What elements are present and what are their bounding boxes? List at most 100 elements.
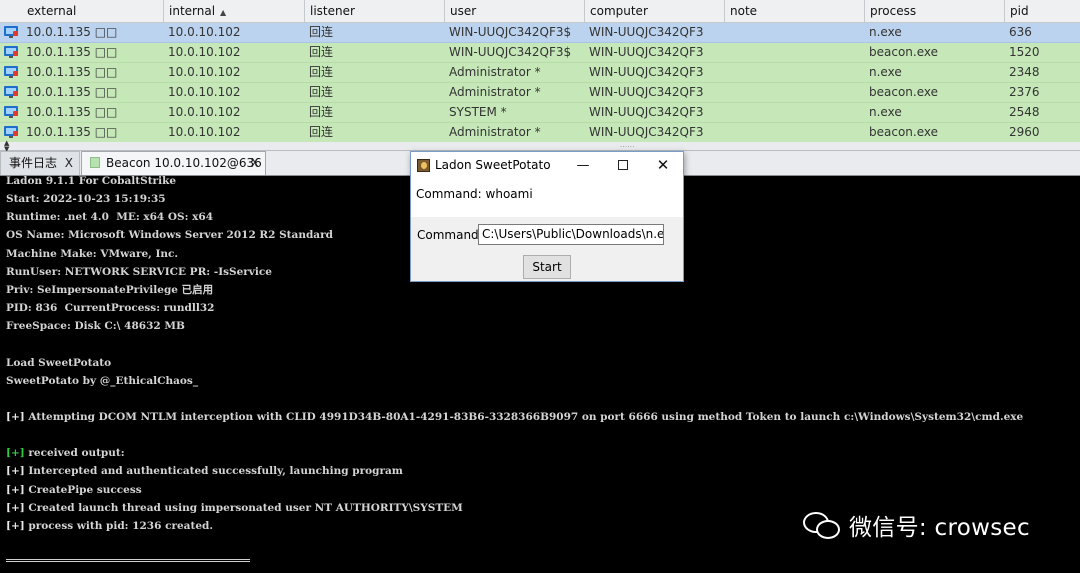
console-line: Priv: SeImpersonatePrivilege 已启用: [6, 282, 213, 298]
beacon-table: external internal ▲ listener user compute…: [0, 0, 1080, 143]
cell-listener: 回连: [309, 45, 334, 59]
wechat-icon: [803, 510, 841, 540]
cell-listener: 回连: [309, 85, 334, 99]
table-row[interactable]: 10.0.1.135 □□ 10.0.10.102 回连 Administrator …: [0, 123, 1080, 143]
start-button[interactable]: Start: [523, 255, 571, 279]
status-prefix: [+]: [6, 519, 25, 532]
tab-label: 事件日志: [9, 156, 58, 170]
column-header-process[interactable]: process: [865, 0, 1005, 22]
beacon-tab-icon: [90, 157, 100, 168]
cell-computer: WIN-UUQJC342QF3: [589, 25, 704, 39]
watermark-text: 微信号: crowsec: [849, 515, 1030, 541]
beacon-computer-icon: [4, 26, 18, 38]
pane-splitter[interactable]: ▲ ▼ · · · · · ·: [0, 140, 1080, 153]
table-row[interactable]: 10.0.1.135 □□ 10.0.10.102 回连 WIN-UUQJC342QF…: [0, 43, 1080, 63]
close-button[interactable]: ✕: [643, 152, 683, 179]
column-header-pid[interactable]: pid: [1005, 0, 1080, 22]
console-text: SweetPotato by @_EthicalChaos_: [6, 374, 199, 387]
maximize-button[interactable]: [603, 152, 643, 179]
cell-user: WIN-UUQJC342QF3$: [449, 25, 572, 39]
console-line: [+] received output:: [6, 445, 125, 461]
tab-event-log[interactable]: 事件日志 X: [0, 151, 80, 175]
cell-note: [725, 123, 865, 142]
cell-external: 10.0.1.135 □□: [26, 65, 118, 79]
column-header-note[interactable]: note: [725, 0, 865, 22]
cell-computer: WIN-UUQJC342QF3: [589, 45, 704, 59]
status-prefix: [+]: [6, 483, 25, 496]
column-header-internal[interactable]: internal ▲: [164, 0, 305, 22]
cell-pid: 1520: [1009, 45, 1040, 59]
column-header-user[interactable]: user: [445, 0, 585, 22]
cell-internal: 10.0.10.102: [168, 65, 241, 79]
splitter-grip-icon[interactable]: · · · · · ·: [620, 143, 635, 151]
table-header: external internal ▲ listener user compute…: [0, 0, 1080, 23]
console-text: PID: 836 CurrentProcess: rundll32: [6, 302, 215, 315]
cell-internal: 10.0.10.102: [168, 45, 241, 59]
console-line: [+] Attempting DCOM NTLM interception wi…: [6, 409, 1023, 425]
cell-internal: 10.0.10.102: [168, 105, 241, 119]
tab-close-icon[interactable]: X: [65, 152, 73, 175]
minimize-button[interactable]: —: [563, 152, 603, 179]
separator-line: [6, 559, 250, 562]
column-header-listener[interactable]: listener: [305, 0, 445, 22]
cell-internal: 10.0.10.102: [168, 125, 241, 139]
console-line: Load SweetPotato: [6, 355, 111, 371]
console-text: FreeSpace: Disk C:\ 48632 MB: [6, 320, 185, 333]
console-text: OS Name: Microsoft Windows Server 2012 R…: [6, 229, 333, 242]
column-header-external[interactable]: external: [22, 0, 164, 22]
column-header-computer[interactable]: computer: [585, 0, 725, 22]
cell-user: Administrator *: [449, 85, 541, 99]
console-text: Intercepted and authenticated successful…: [24, 465, 403, 478]
console-line: [+] Intercepted and authenticated succes…: [6, 463, 403, 479]
console-line: [+] Created launch thread using imperson…: [6, 500, 463, 516]
cell-process: n.exe: [869, 25, 902, 39]
cell-external: 10.0.1.135 □□: [26, 85, 118, 99]
cell-pid: 2376: [1009, 85, 1040, 99]
cell-note: [725, 63, 865, 82]
cell-pid: 2548: [1009, 105, 1040, 119]
sort-ascending-icon: ▲: [220, 8, 227, 17]
command-input[interactable]: C:\Users\Public\Downloads\n.exe: [478, 224, 664, 245]
output-area: Command: whoami: [411, 179, 683, 217]
cell-pid: 2348: [1009, 65, 1040, 79]
tab-beacon[interactable]: Beacon 10.0.10.102@636 X: [81, 151, 266, 175]
cell-process: beacon.exe: [869, 125, 938, 139]
table-row[interactable]: 10.0.1.135 □□ 10.0.10.102 回连 Administrator …: [0, 83, 1080, 103]
console-text: Ladon 9.1.1 For CobaltStrike: [6, 176, 177, 187]
ladon-sweetpotato-dialog: Ladon SweetPotato — ✕ Command: whoami Co…: [410, 151, 684, 282]
cell-process: beacon.exe: [869, 45, 938, 59]
cell-process: beacon.exe: [869, 85, 938, 99]
command-output-text: Command: whoami: [416, 187, 533, 201]
wechat-watermark: 微信号: crowsec: [803, 505, 1030, 545]
tab-label: Beacon 10.0.10.102@636: [106, 156, 262, 170]
table-body: 10.0.1.135 □□ 10.0.10.102 回连 WIN-UUQJC342QF…: [0, 23, 1080, 143]
beacon-computer-icon: [4, 126, 18, 138]
cell-listener: 回连: [309, 65, 334, 79]
tab-close-icon[interactable]: X: [251, 152, 259, 175]
console-line: [+] CreatePipe success: [6, 482, 142, 498]
beacon-computer-icon: [4, 86, 18, 98]
cell-user: Administrator *: [449, 125, 541, 139]
dialog-titlebar[interactable]: Ladon SweetPotato — ✕: [411, 152, 683, 179]
dialog-body: Command: whoami Command: C:\Users\Public…: [411, 179, 683, 281]
dialog-title: Ladon SweetPotato: [435, 158, 551, 172]
cell-process: n.exe: [869, 65, 902, 79]
cell-internal: 10.0.10.102: [168, 85, 241, 99]
cell-user: WIN-UUQJC342QF3$: [449, 45, 572, 59]
table-row[interactable]: 10.0.1.135 □□ 10.0.10.102 回连 WIN-UUQJC342QF…: [0, 23, 1080, 43]
cell-external: 10.0.1.135 □□: [26, 105, 118, 119]
cell-listener: 回连: [309, 105, 334, 119]
console-text: Load SweetPotato: [6, 356, 112, 369]
maximize-icon: [618, 160, 628, 170]
console-text: CreatePipe success: [24, 483, 142, 496]
console-text: Machine Make: VMware, Inc.: [6, 247, 179, 260]
status-prefix: [+]: [6, 410, 25, 423]
table-row[interactable]: 10.0.1.135 □□ 10.0.10.102 回连 Administrator …: [0, 63, 1080, 83]
console-line: Start: 2022-10-23 15:19:35: [6, 191, 166, 207]
console-line: Machine Make: VMware, Inc.: [6, 246, 178, 262]
cell-external: 10.0.1.135 □□: [26, 125, 118, 139]
cell-computer: WIN-UUQJC342QF3: [589, 125, 704, 139]
table-row[interactable]: 10.0.1.135 □□ 10.0.10.102 回连 SYSTEM * WIN-UU…: [0, 103, 1080, 123]
console-text: Start: 2022-10-23 15:19:35: [6, 193, 166, 206]
console-text: Attempting DCOM NTLM interception with C…: [24, 410, 1024, 423]
